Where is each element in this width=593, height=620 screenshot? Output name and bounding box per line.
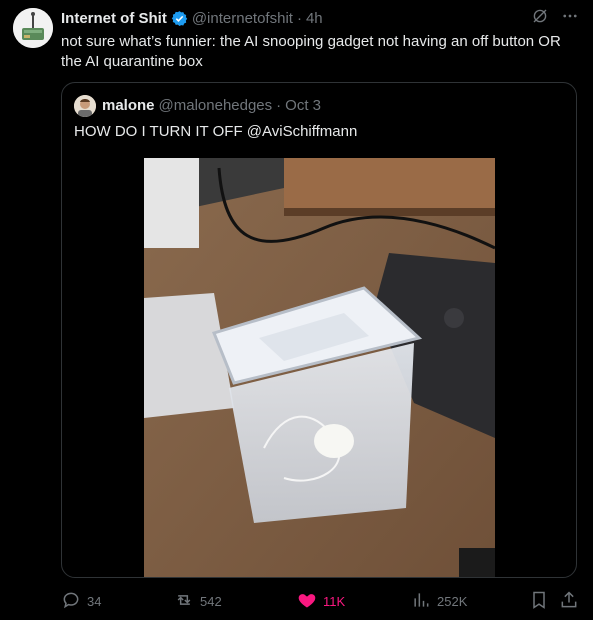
views-icon — [411, 590, 431, 613]
quoted-author-handle[interactable]: @malonehedges — [159, 97, 273, 114]
quoted-post-date[interactable]: Oct 3 — [285, 97, 321, 114]
header-icons — [531, 7, 579, 29]
post-header: Internet of Shit @internetofshit · 4h — [61, 8, 579, 28]
like-button[interactable]: 11K — [297, 590, 345, 612]
reply-icon — [61, 590, 81, 613]
reply-count: 34 — [87, 593, 102, 609]
post-text: not sure what’s funnier: the AI snooping… — [61, 33, 561, 70]
repost-icon — [174, 590, 194, 613]
separator: · — [276, 97, 282, 114]
repost-button[interactable]: 542 — [174, 590, 222, 612]
more-icon[interactable] — [561, 7, 579, 29]
action-bar: 34 542 11K 252K — [61, 590, 581, 612]
author-name[interactable]: Internet of Shit — [61, 10, 167, 27]
grok-icon[interactable] — [531, 7, 549, 29]
author-handle[interactable]: @internetofshit — [192, 10, 293, 27]
views-button[interactable]: 252K — [411, 590, 467, 612]
quoted-post-header: malone @malonehedges · Oct 3 — [102, 97, 321, 114]
view-count: 252K — [437, 593, 468, 609]
author-avatar[interactable] — [13, 8, 53, 48]
repost-count: 542 — [200, 593, 222, 609]
quoted-author-name[interactable]: malone — [102, 97, 155, 114]
quoted-post-text: HOW DO I TURN IT OFF @AviSchiffmann — [74, 123, 358, 140]
bookmark-icon — [529, 590, 549, 613]
reply-button[interactable]: 34 — [61, 590, 101, 612]
separator: · — [296, 9, 302, 27]
post-time[interactable]: 4h — [306, 10, 323, 27]
share-button[interactable] — [559, 590, 579, 612]
bookmark-button[interactable] — [529, 590, 549, 612]
quoted-post-photo[interactable] — [144, 158, 495, 577]
share-icon — [559, 590, 579, 613]
heart-icon — [297, 590, 317, 613]
quoted-post-card[interactable]: malone @malonehedges · Oct 3 HOW DO I TU… — [61, 82, 577, 578]
verified-badge-icon — [171, 10, 188, 27]
like-count: 11K — [323, 593, 346, 609]
quoted-author-avatar[interactable] — [74, 95, 96, 117]
